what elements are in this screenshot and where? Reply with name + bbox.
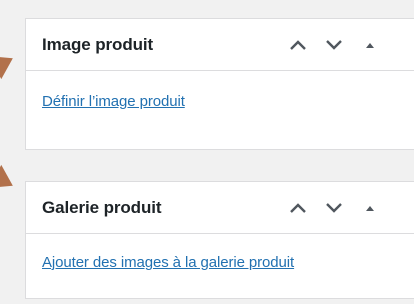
chevron-up-icon [290, 202, 306, 213]
metabox-content: Définir l’image produit [26, 71, 414, 111]
add-gallery-images-link[interactable]: Ajouter des images à la galerie produit [42, 254, 294, 271]
pointer-arrow-icon [0, 164, 19, 198]
toggle-panel-button[interactable] [352, 27, 388, 63]
metabox-handle-actions [280, 190, 388, 226]
metabox-handle-actions [280, 27, 388, 63]
metabox-title: Galerie produit [42, 197, 162, 217]
move-up-button[interactable] [280, 27, 316, 63]
metabox-header: Galerie produit [26, 182, 414, 234]
metabox-title: Image produit [42, 34, 154, 54]
set-product-image-link[interactable]: Définir l’image produit [42, 93, 185, 110]
metabox-content: Ajouter des images à la galerie produit [26, 234, 414, 272]
move-up-button[interactable] [280, 190, 316, 226]
pointer-arrow-icon [0, 46, 19, 80]
triangle-up-icon [366, 42, 374, 48]
admin-screen: Image produit Définir l’image produit Ga… [0, 0, 414, 304]
move-down-button[interactable] [316, 190, 352, 226]
toggle-panel-button[interactable] [352, 190, 388, 226]
move-down-button[interactable] [316, 27, 352, 63]
metabox-header: Image produit [26, 19, 414, 71]
chevron-down-icon [326, 39, 342, 50]
chevron-down-icon [326, 202, 342, 213]
product-image-metabox: Image produit Définir l’image produit [25, 18, 414, 150]
triangle-up-icon [366, 205, 374, 211]
chevron-up-icon [290, 39, 306, 50]
product-gallery-metabox: Galerie produit Ajouter des images à la … [25, 181, 414, 299]
